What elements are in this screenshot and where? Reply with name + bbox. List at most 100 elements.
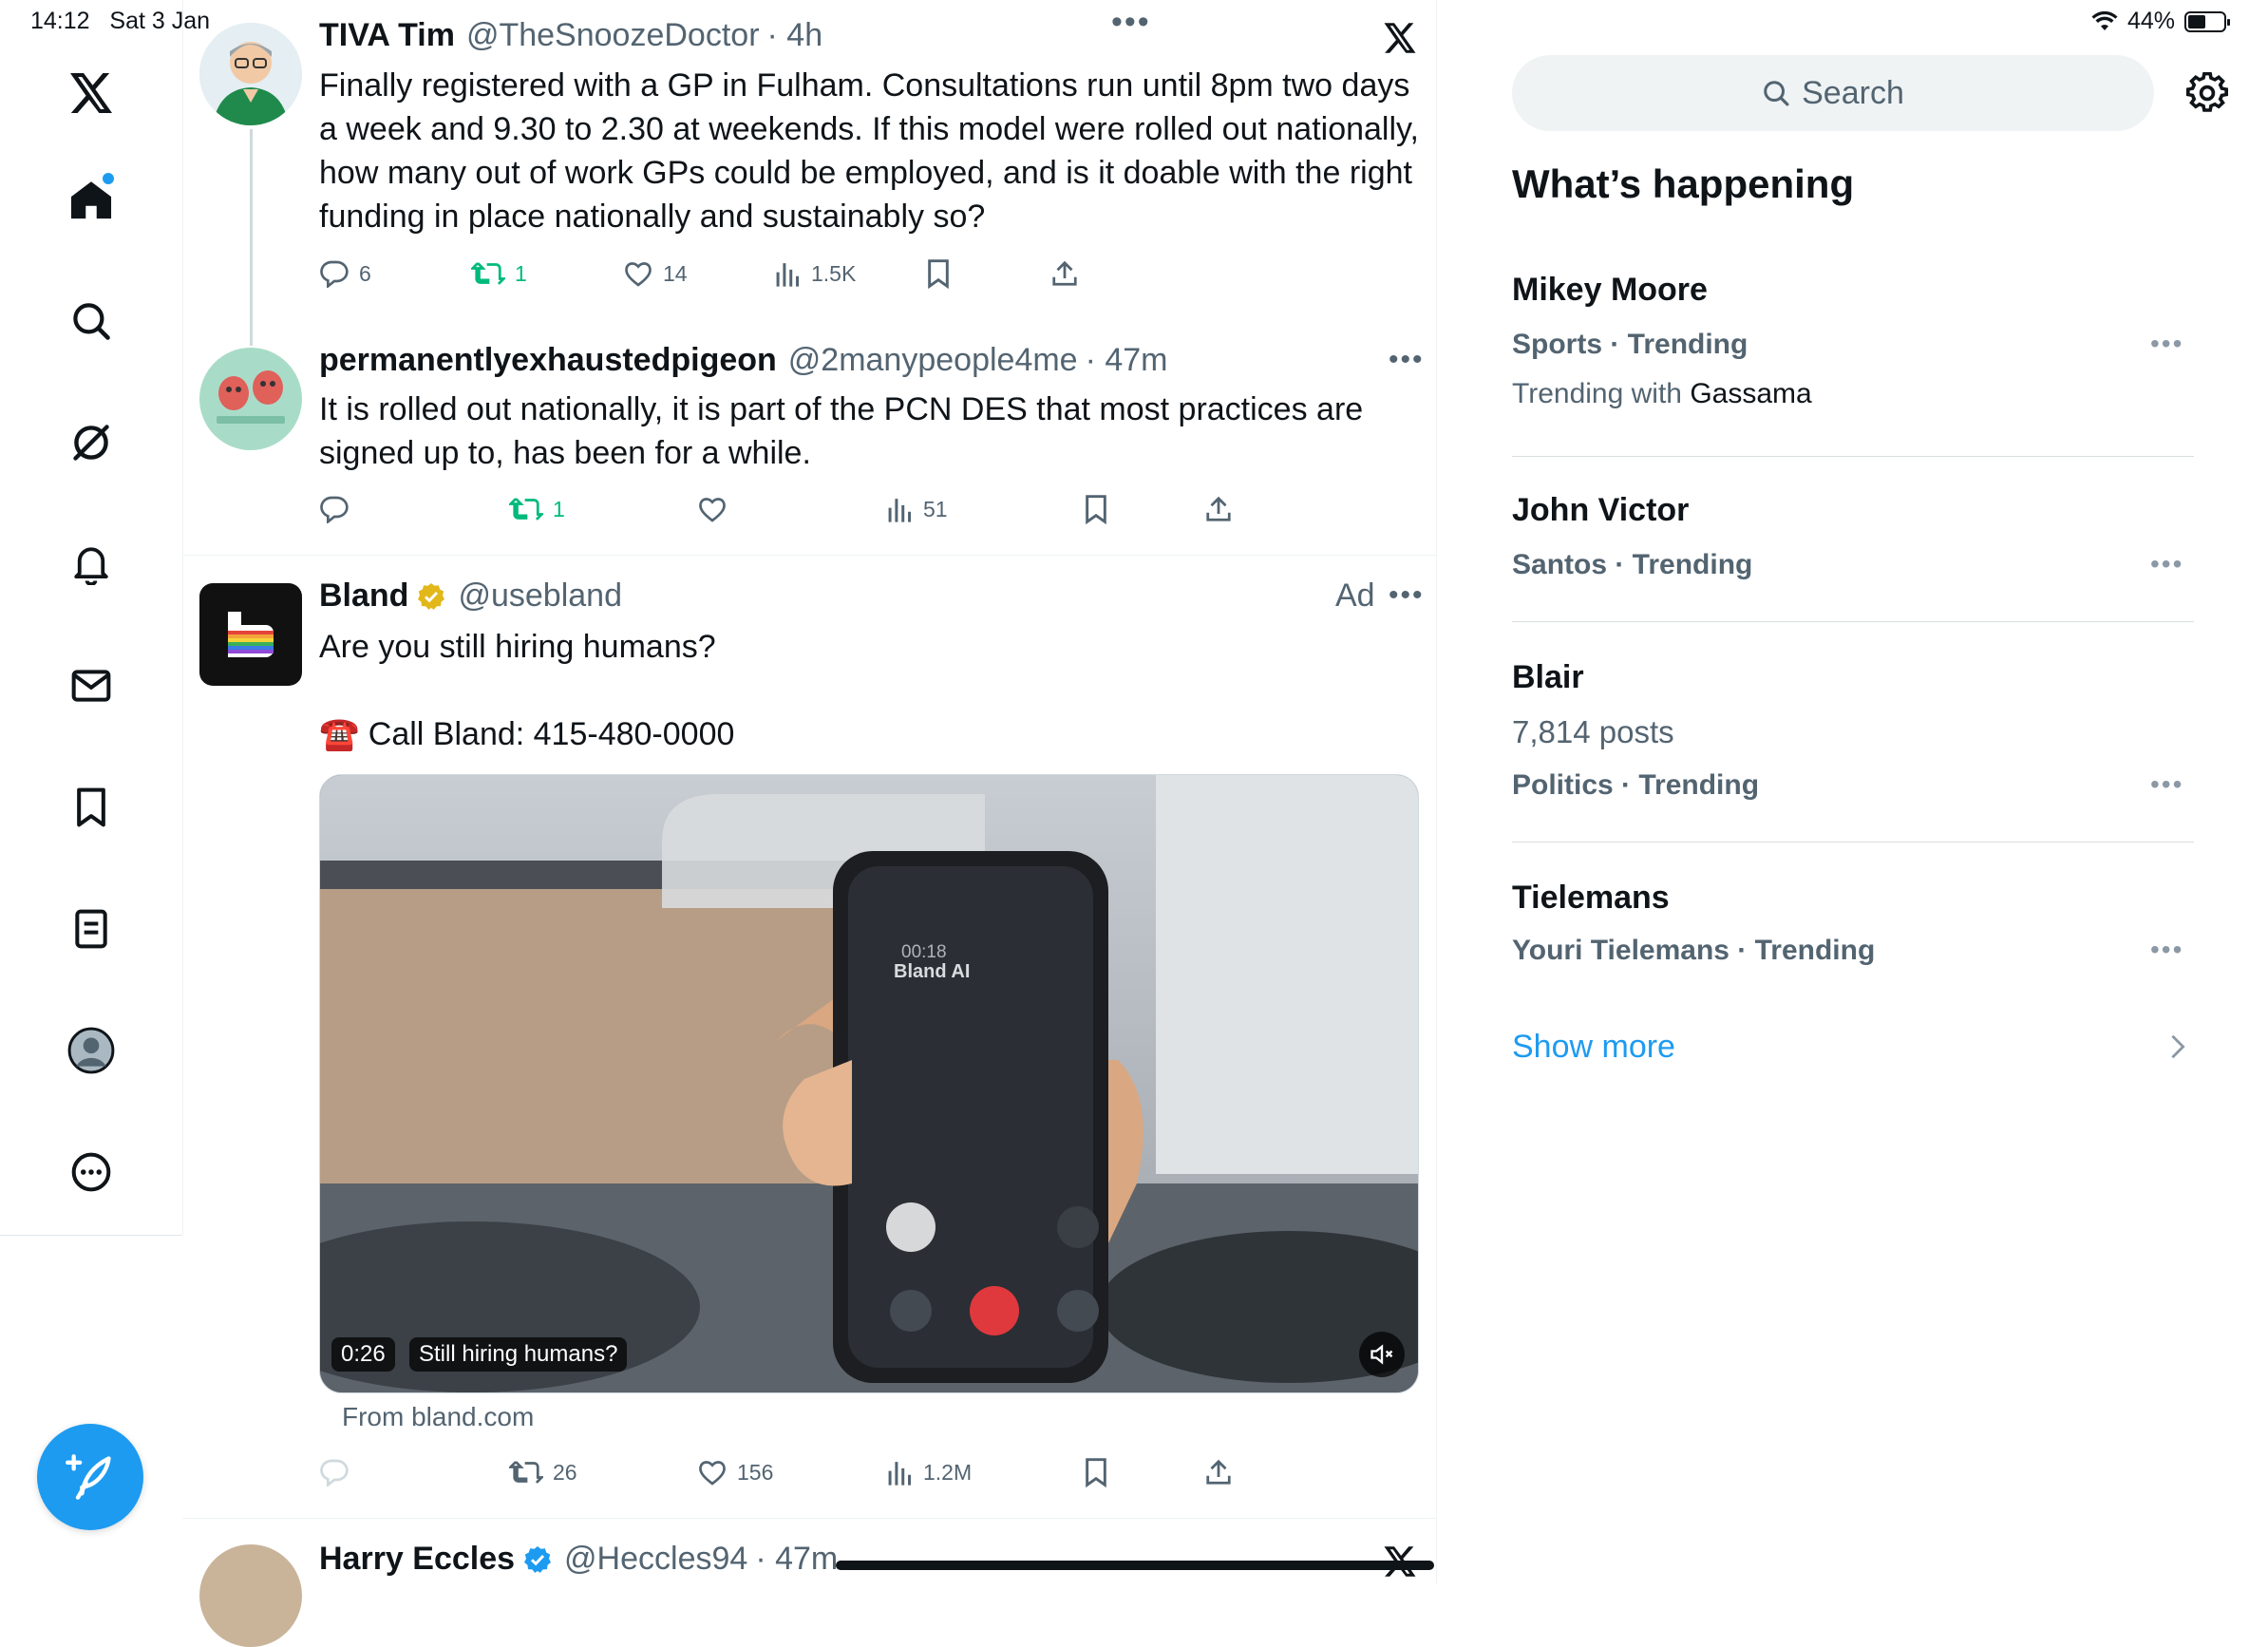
tweet-divider xyxy=(182,1518,1436,1519)
like-button[interactable]: 14 xyxy=(623,259,688,288)
trend-extra-prefix: Trending with xyxy=(1512,378,1691,409)
ad-source-link[interactable]: From bland.com xyxy=(342,1402,534,1432)
bookmark-button[interactable] xyxy=(1085,1457,1107,1487)
trend-extra-name: Gassama xyxy=(1690,378,1812,409)
author-name[interactable]: permanentlyexhaustedpigeon xyxy=(319,342,777,379)
show-more-link[interactable]: Show more xyxy=(1512,1029,1675,1066)
views-button[interactable]: 1.2M xyxy=(887,1458,972,1486)
battery-icon xyxy=(2184,10,2230,32)
trend-title[interactable]: Blair xyxy=(1512,659,1584,696)
video-caption: Still hiring humans? xyxy=(409,1337,628,1372)
battery-percent: 44% xyxy=(2126,8,2175,34)
like-count: 156 xyxy=(737,1459,774,1485)
retweet-button[interactable]: 1 xyxy=(471,259,527,288)
more-options-icon[interactable] xyxy=(53,1134,129,1210)
tweet-actions: 1 51 xyxy=(319,490,1364,528)
retweet-button[interactable]: 26 xyxy=(509,1458,577,1486)
avatar[interactable] xyxy=(199,1544,302,1647)
views-button[interactable]: 1.5K xyxy=(775,259,856,288)
retweet-count: 26 xyxy=(553,1459,577,1485)
like-count: 14 xyxy=(663,260,688,286)
share-button[interactable] xyxy=(1050,259,1079,288)
ad-video[interactable]: 00:18 Bland AI 0:26 Still hiring humans? xyxy=(319,774,1419,1393)
window-grabber-dots[interactable]: ••• xyxy=(1111,4,1151,41)
tweet-time[interactable]: · 47m xyxy=(755,1541,838,1578)
tweet-header: permanentlyexhaustedpigeon @2manypeople4… xyxy=(319,342,1168,379)
tweet-time[interactable]: · 47m xyxy=(1086,342,1168,379)
chevron-right-icon[interactable] xyxy=(2169,1033,2186,1060)
phone-caller-name: Bland AI xyxy=(894,961,971,982)
home-indicator-bar[interactable] xyxy=(836,1561,1434,1570)
trend-context: Sports · Trending xyxy=(1512,329,1748,361)
trend-more-button[interactable]: ••• xyxy=(2150,549,2183,579)
avatar[interactable] xyxy=(199,583,302,686)
retweet-count: 1 xyxy=(553,496,565,521)
phone-call-timer: 00:18 xyxy=(901,942,947,962)
trend-title[interactable]: John Victor xyxy=(1512,492,1689,529)
trend-extra: Trending with Gassama xyxy=(1512,378,1812,410)
share-button[interactable] xyxy=(1204,1458,1233,1486)
trend-context-text: Sports · Trending xyxy=(1512,329,1748,360)
home-icon[interactable] xyxy=(53,161,129,237)
trend-title[interactable]: Mikey Moore xyxy=(1512,272,1708,309)
share-button[interactable] xyxy=(1204,495,1233,523)
trend-more-button[interactable]: ••• xyxy=(2150,329,2183,359)
tweet-header: Bland @usebland xyxy=(319,577,622,615)
author-handle[interactable]: @Heccles94 xyxy=(564,1541,747,1578)
tweet-more-button[interactable]: ••• xyxy=(1389,344,1425,376)
view-count: 51 xyxy=(923,496,948,521)
tweet-text: Finally registered with a GP in Fulham. … xyxy=(319,67,1419,235)
profile-avatar-icon[interactable] xyxy=(53,1013,129,1089)
compose-post-button[interactable] xyxy=(37,1424,143,1530)
unread-dot xyxy=(103,173,114,184)
author-name[interactable]: Bland xyxy=(319,577,408,615)
verified-blue-badge-icon xyxy=(522,1544,553,1575)
search-placeholder: Search xyxy=(1802,74,1904,111)
trend-context: Santos · Trending xyxy=(1512,549,1752,581)
wifi-icon xyxy=(2091,10,2118,32)
settings-gear-icon[interactable] xyxy=(2186,72,2228,114)
retweet-count: 1 xyxy=(515,260,527,286)
trend-divider xyxy=(1512,456,2194,457)
trend-title[interactable]: Tielemans xyxy=(1512,880,1670,917)
author-handle[interactable]: @TheSnoozeDoctor xyxy=(466,17,760,54)
reply-button[interactable]: 6 xyxy=(319,259,371,288)
retweet-button[interactable]: 1 xyxy=(509,495,565,523)
views-button[interactable]: 51 xyxy=(887,495,948,523)
messages-envelope-icon[interactable] xyxy=(53,648,129,724)
avatar[interactable] xyxy=(199,23,302,125)
trend-context-text: Politics · Trending xyxy=(1512,769,1760,801)
bookmarks-icon[interactable] xyxy=(53,769,129,845)
tweet-actions: 6 1 14 1.5K xyxy=(319,255,1269,293)
mute-toggle-icon[interactable] xyxy=(1359,1332,1405,1377)
avatar[interactable] xyxy=(199,348,302,450)
trend-more-button[interactable]: ••• xyxy=(2150,935,2183,965)
bookmark-button[interactable] xyxy=(1085,494,1107,524)
search-bar[interactable]: Search xyxy=(1512,55,2154,131)
like-button[interactable] xyxy=(697,495,737,523)
notifications-bell-icon[interactable] xyxy=(53,526,129,602)
close-x-icon[interactable] xyxy=(1383,21,1417,55)
grok-icon[interactable] xyxy=(53,405,129,481)
whats-happening-title: What’s happening xyxy=(1512,161,1855,206)
status-indicators: 44% xyxy=(2091,8,2230,35)
author-name[interactable]: Harry Eccles xyxy=(319,1541,515,1578)
view-count: 1.2M xyxy=(923,1459,973,1485)
left-nav xyxy=(0,0,183,1235)
tweet-more-button[interactable]: ••• xyxy=(1389,579,1425,612)
lists-icon[interactable] xyxy=(53,891,129,967)
x-logo-icon[interactable] xyxy=(53,55,129,131)
author-name[interactable]: TIVA Tim xyxy=(319,17,455,54)
tweet-time[interactable]: · 4h xyxy=(767,17,823,54)
bookmark-button[interactable] xyxy=(927,258,950,289)
ad-label: Ad xyxy=(1335,577,1375,614)
video-duration: 0:26 xyxy=(331,1337,395,1372)
reply-button[interactable] xyxy=(319,495,359,523)
author-handle[interactable]: @usebland xyxy=(458,577,622,615)
explore-search-icon[interactable] xyxy=(53,283,129,359)
author-handle[interactable]: @2manypeople4me xyxy=(788,342,1078,379)
verified-gold-badge-icon xyxy=(416,581,446,612)
like-button[interactable]: 156 xyxy=(697,1458,773,1486)
reply-button[interactable] xyxy=(319,1458,359,1486)
trend-more-button[interactable]: ••• xyxy=(2150,769,2183,800)
